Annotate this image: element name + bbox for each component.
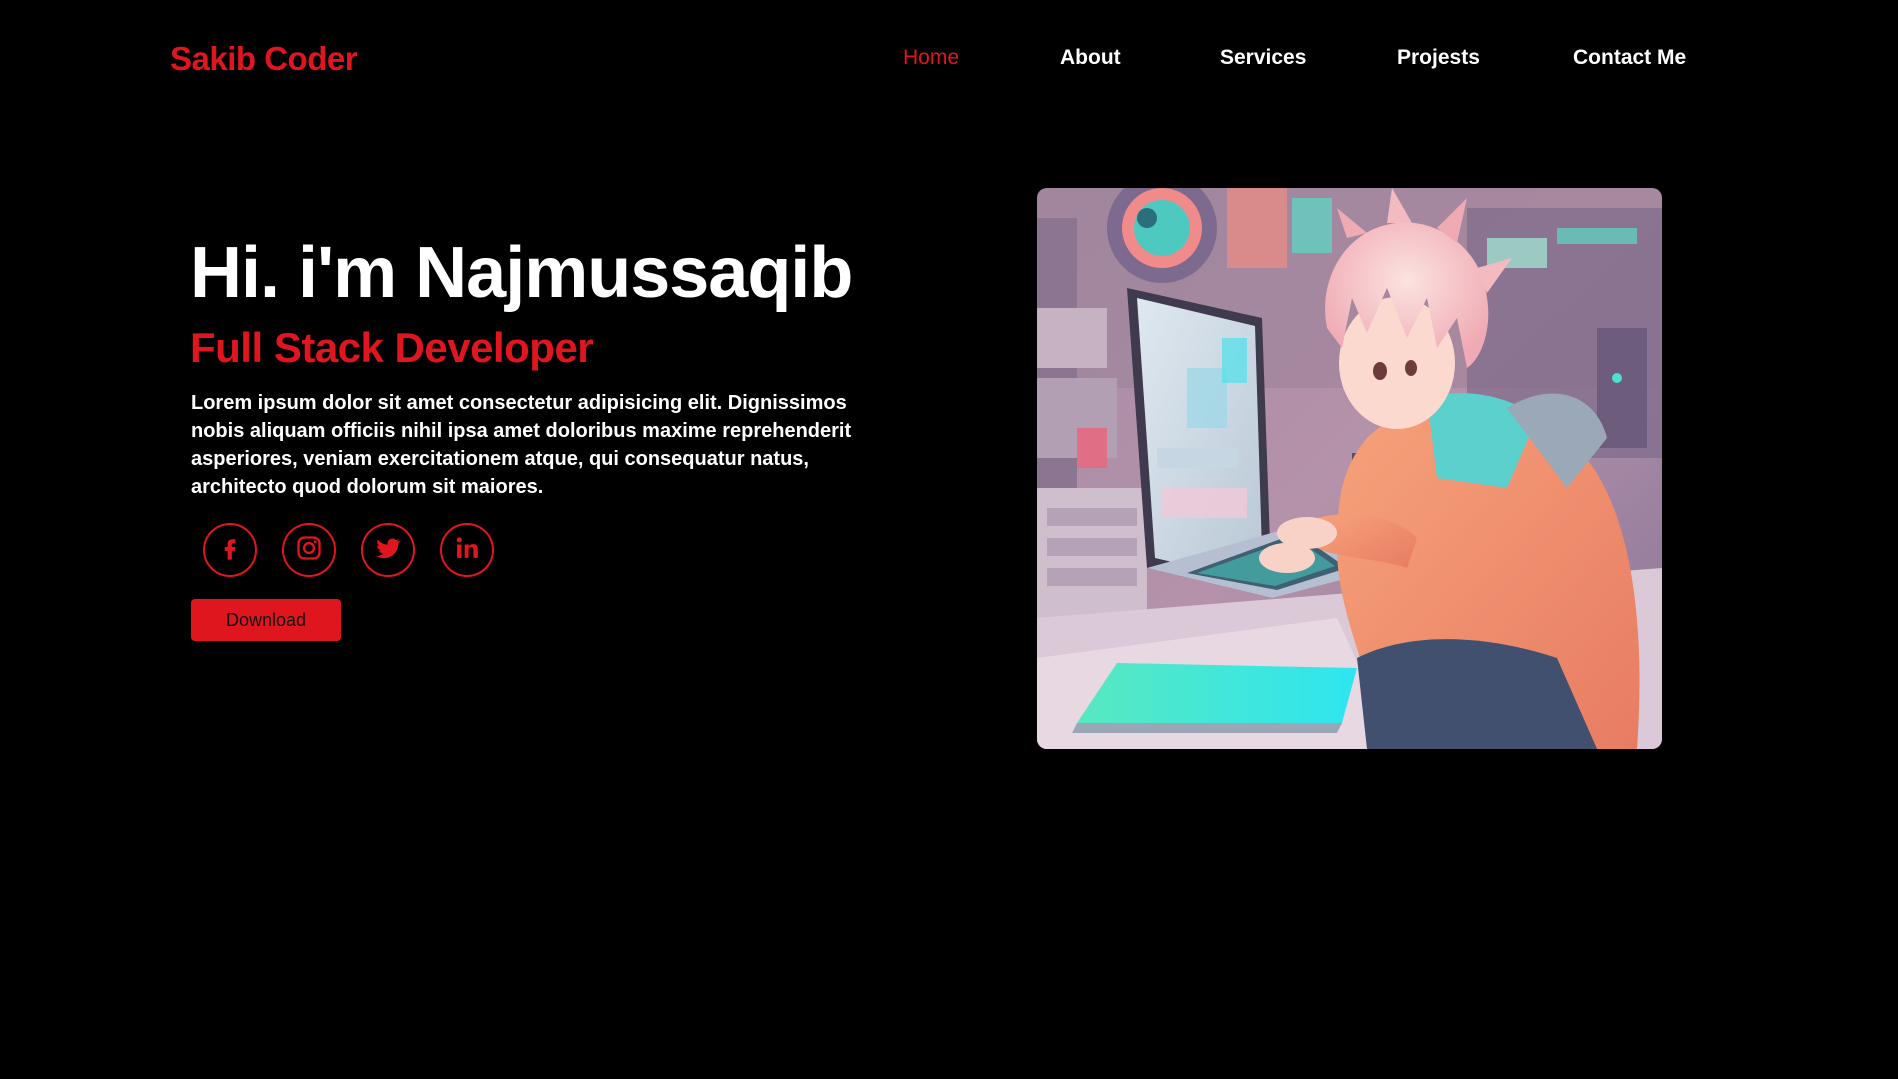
instagram-icon (295, 534, 323, 567)
linkedin-link[interactable] (440, 523, 494, 577)
hero-illustration (1037, 188, 1662, 749)
twitter-link[interactable] (361, 523, 415, 577)
nav-services-link[interactable]: Services (1220, 46, 1306, 70)
hero-title: Hi. i'm Najmussaqib (190, 233, 853, 313)
social-links (203, 523, 494, 577)
anime-developer-illustration (1037, 188, 1662, 749)
twitter-icon (374, 534, 402, 567)
instagram-link[interactable] (282, 523, 336, 577)
hero-subtitle: Full Stack Developer (190, 324, 594, 371)
nav-about-link[interactable]: About (1060, 46, 1121, 70)
facebook-icon (216, 534, 244, 567)
nav-home-link[interactable]: Home (903, 46, 959, 70)
page: Sakib Coder Home About Services Projests… (0, 0, 1898, 1079)
facebook-link[interactable] (203, 523, 257, 577)
nav-contact-link[interactable]: Contact Me (1573, 46, 1686, 70)
nav-projects-link[interactable]: Projests (1397, 46, 1480, 70)
download-button[interactable]: Download (191, 599, 341, 641)
hero-description: Lorem ipsum dolor sit amet consectetur a… (191, 392, 852, 498)
linkedin-icon (453, 534, 481, 567)
site-logo[interactable]: Sakib Coder (170, 40, 358, 78)
